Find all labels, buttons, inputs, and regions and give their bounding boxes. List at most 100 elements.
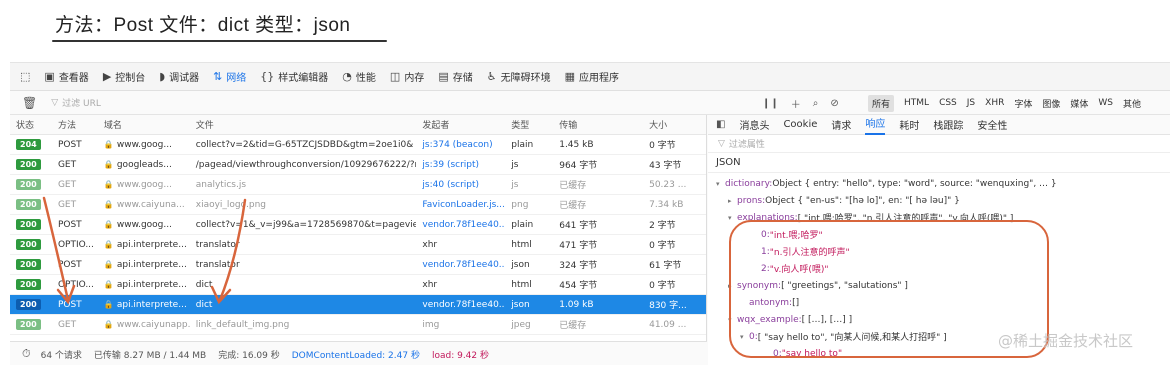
request-row[interactable]: 200 OPTIO... 🔒 api.interprete... translator x… (10, 235, 706, 255)
tab-inspector[interactable]: ▣ 查看器 (44, 69, 88, 84)
application-icon: ▦ (564, 70, 575, 83)
initiator-cell: js:40 (script) (422, 179, 480, 190)
type-cell: jpeg (511, 319, 531, 330)
method-cell: OPTIO... (57, 239, 94, 250)
request-row[interactable]: 200 GET 🔒 www.caiyunapp... link_default_img.… (10, 315, 706, 335)
request-row[interactable]: 200 GET 🔒 www.goog... analytics.js js:40 (scr… (10, 175, 706, 195)
tab-network[interactable]: ⇅ 网络 (213, 69, 246, 84)
status-badge: 200 (16, 199, 41, 210)
domain-cell: 🔒 api.interprete... (98, 300, 190, 310)
column-header[interactable]: 发起者 (416, 118, 505, 131)
block-icon[interactable]: ⊘ (830, 98, 838, 109)
tab-console[interactable]: ▶ 控制台 (103, 69, 145, 84)
method-cell: POST (57, 139, 82, 150)
request-row[interactable]: 200 POST 🔒 api.interprete... dict vendor.78f1… (10, 295, 706, 315)
lock-icon: 🔒 (103, 199, 114, 209)
column-header[interactable]: 域名 (98, 118, 190, 131)
tab-label: 样式编辑器 (278, 73, 329, 84)
column-header[interactable]: 传输 (553, 118, 643, 131)
detail-tab-5[interactable]: 栈跟踪 (933, 117, 963, 132)
json-key: prons: (737, 195, 766, 206)
file-cell: translator (195, 239, 240, 250)
detail-tab-2[interactable]: 请求 (831, 117, 851, 132)
filter-url-input[interactable]: ▽ 过滤 URL (51, 96, 101, 110)
type-filter-2[interactable]: CSS (939, 98, 957, 108)
tab-accessibility[interactable]: ♿ 无障碍环境 (487, 69, 551, 84)
request-row[interactable]: 200 POST 🔒 www.goog... collect?v=1&_v=j99&a=… (10, 215, 706, 235)
watermark: @稀土掘金技术社区 (998, 332, 1134, 350)
tab-memory[interactable]: ◫ 内存 (390, 69, 424, 84)
type-filter-5[interactable]: 字体 (1014, 97, 1032, 110)
detail-tab-3[interactable]: 响应 (865, 115, 886, 135)
column-header[interactable]: 状态 (10, 118, 52, 131)
tab-application[interactable]: ▦ 应用程序 (565, 69, 619, 84)
domain-cell: 🔒 www.goog... (98, 180, 190, 190)
column-header[interactable]: 方法 (52, 118, 98, 131)
json-line[interactable]: ▸ prons: Object { "en-us": "[hə lo]", en:… (708, 192, 1170, 209)
tab-label: 应用程序 (579, 73, 619, 84)
json-line[interactable]: ▾ dictionary: Object { entry: "hello", ty… (708, 175, 1170, 192)
request-row[interactable]: 200 GET 🔒 googleads... /pagead/viewthroughco… (10, 155, 706, 175)
status-badge: 200 (16, 259, 41, 270)
detail-tab-4[interactable]: 耗时 (899, 117, 919, 132)
method-cell: POST (57, 259, 82, 270)
detail-tab-0[interactable]: 消息头 (739, 117, 769, 132)
detail-tab-1[interactable]: Cookie (783, 119, 817, 130)
lock-icon: 🔒 (103, 239, 114, 249)
tab-storage[interactable]: ▤ 存储 (438, 69, 472, 84)
type-filters: 所有 HTML CSS JS XHR 字体 图像 媒体 WS 其他 (868, 91, 1141, 115)
search-icon[interactable]: ⌕ (813, 98, 819, 109)
status-cell: 200 (10, 179, 52, 190)
lock-icon: 🔒 (103, 259, 114, 269)
status-badge: 200 (16, 219, 41, 230)
type-filter-6[interactable]: 图像 (1042, 97, 1060, 110)
domain-text: api.interprete... (116, 299, 187, 310)
request-row[interactable]: 200 OPTIO... 🔒 api.interprete... dict xhr html… (10, 275, 706, 295)
json-value: Object { entry: "hello", type: "word", s… (772, 178, 1057, 189)
trash-icon[interactable]: 🗑 (22, 96, 37, 110)
tab-style-editor[interactable]: {} 样式编辑器 (260, 69, 328, 84)
file-cell: translator (195, 259, 240, 270)
file-cell: /pagead/viewthroughconversion/1092967622… (195, 159, 417, 170)
type-filter-9[interactable]: 其他 (1123, 97, 1141, 110)
pick-element-icon[interactable]: ⬚ (20, 71, 30, 82)
status-badge: 200 (16, 299, 41, 310)
type-filter-8[interactable]: WS (1098, 98, 1113, 108)
type-filter-7[interactable]: 媒体 (1070, 97, 1088, 110)
transfer-cell: 1.45 kB (559, 139, 594, 150)
domain-cell: 🔒 www.caiyunapp... (98, 320, 190, 330)
column-header[interactable]: 大小 (643, 118, 706, 131)
filter-url-placeholder: 过滤 URL (62, 99, 101, 109)
type-filter-1[interactable]: HTML (904, 98, 929, 108)
status-cell: 200 (10, 299, 52, 310)
domain-cell: 🔒 www.caiyuna... (98, 200, 190, 210)
status-cell: 200 (10, 159, 52, 170)
transfer-cell: 已缓存 (559, 181, 587, 191)
tab-performance[interactable]: ◔ 性能 (342, 69, 376, 84)
lock-icon: 🔒 (103, 219, 114, 229)
file-cell: dict (195, 299, 213, 310)
column-header[interactable]: 类型 (505, 118, 553, 131)
json-value: Object { "en-us": "[hə lo]", en: "[ hə l… (765, 195, 960, 206)
size-cell: 0 字节 (649, 281, 676, 291)
json-section-label: JSON (708, 153, 1170, 173)
panel-toggle-icon[interactable]: ◧ (716, 119, 725, 130)
initiator-cell: xhr (422, 239, 438, 250)
type-filter-0[interactable]: 所有 (868, 94, 895, 112)
type-cell: json (511, 259, 530, 270)
request-row[interactable]: 200 POST 🔒 api.interprete... translator vendo… (10, 255, 706, 275)
detail-tab-6[interactable]: 安全性 (977, 117, 1007, 132)
request-row[interactable]: 204 POST 🔒 www.goog... collect?v=2&tid=G-65T… (10, 135, 706, 155)
pause-icon[interactable]: ❙❙ (762, 98, 779, 109)
plus-icon[interactable]: ＋ (791, 96, 801, 111)
request-row[interactable]: 200 GET 🔒 www.caiyuna... xiaoyi_logo.png Favi… (10, 195, 706, 215)
tab-debugger[interactable]: ◗ 调试器 (159, 69, 199, 84)
request-count: 64 个请求 (40, 350, 82, 361)
column-header[interactable]: 文件 (190, 118, 417, 131)
type-filter-3[interactable]: JS (967, 98, 975, 108)
detail-filter-input[interactable]: ▽ 过滤属性 (708, 135, 1170, 153)
method-cell: GET (57, 179, 77, 190)
devtools-toolbar: ⬚ ▣ 查看器 ▶ 控制台 ◗ 调试器 ⇅ 网络 {} 样式编辑器 ◔ 性能 ◫ 内存 ▤ 存储 ♿ 无障碍环境 ▦… (10, 63, 1170, 91)
type-filter-4[interactable]: XHR (985, 98, 1004, 108)
size-cell: 61 字节 (649, 261, 682, 271)
